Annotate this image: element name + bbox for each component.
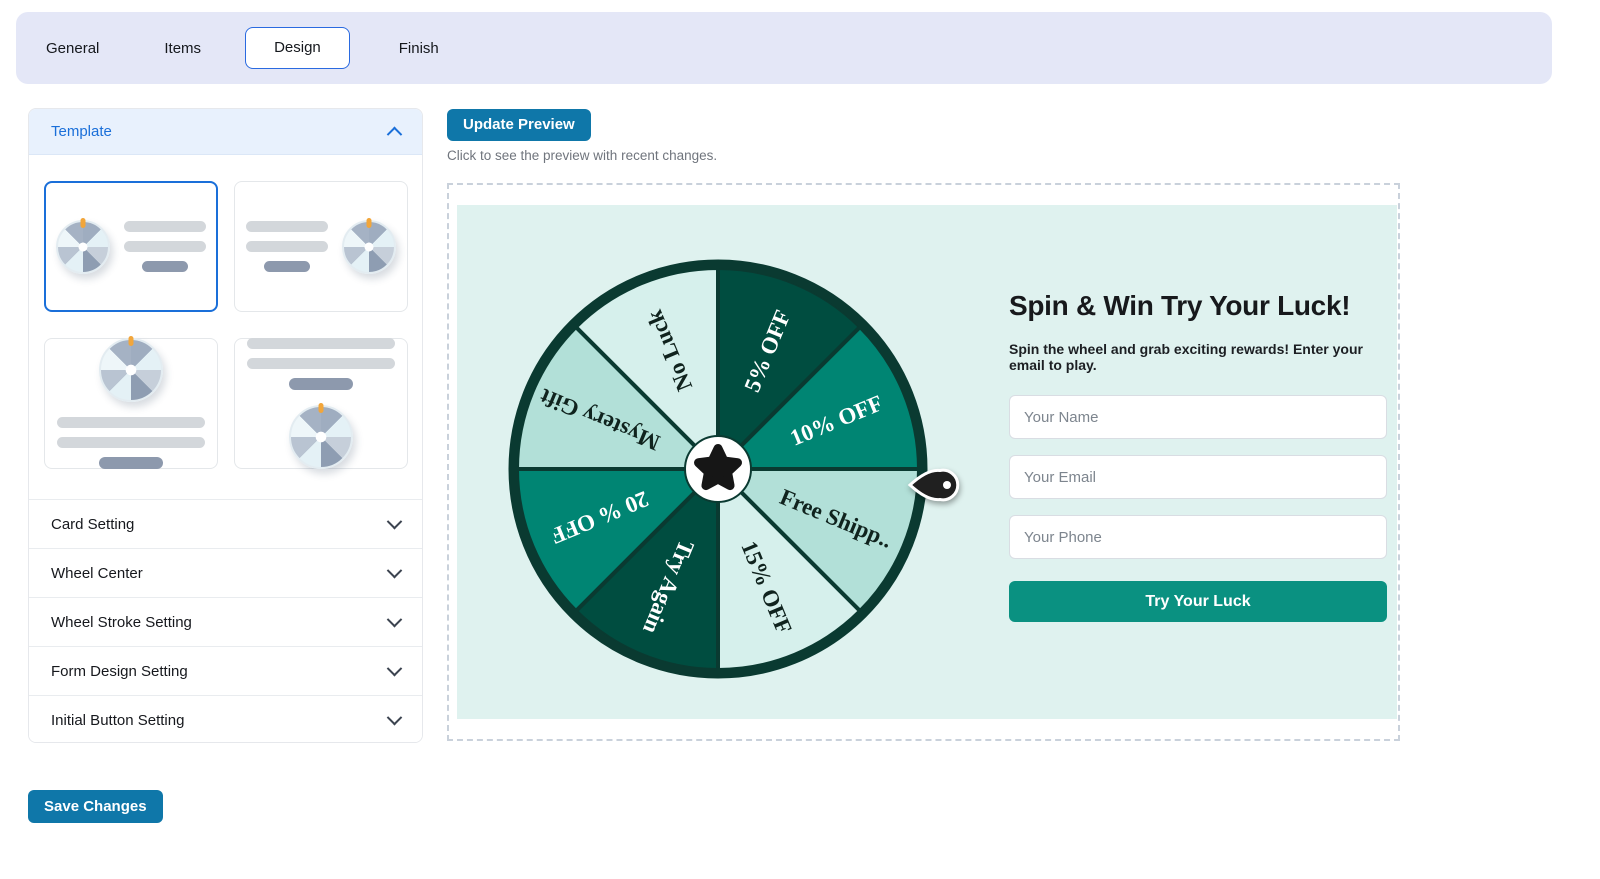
accordion-wheel-stroke-setting[interactable]: Wheel Stroke Setting [29, 597, 422, 646]
tab-finish[interactable]: Finish [399, 40, 439, 57]
accordion-wheel-center[interactable]: Wheel Center [29, 548, 422, 597]
text-line-placeholder [57, 417, 205, 428]
preview-title: Spin & Win Try Your Luck! [1009, 290, 1387, 322]
accordion-label: Initial Button Setting [51, 712, 184, 729]
accordion-label: Wheel Center [51, 565, 143, 582]
spin-wheel-design-page: General Items Design Finish Template [0, 0, 1600, 879]
template-option-wheel-bottom[interactable] [234, 338, 408, 469]
spin-wheel: 5% OFF10% OFFFree Shipp..15% OFFTry Agai… [506, 257, 930, 681]
mini-wheel-icon [56, 220, 110, 274]
chevron-down-icon [387, 611, 403, 627]
preview-subtitle: Spin the wheel and grab exciting rewards… [1009, 341, 1387, 373]
button-placeholder [99, 457, 163, 469]
template-accordion-header[interactable]: Template [29, 109, 422, 155]
accordion-label: Wheel Stroke Setting [51, 614, 192, 631]
accordion-label: Card Setting [51, 516, 134, 533]
mini-wheel-icon [99, 338, 163, 402]
chevron-down-icon [387, 660, 403, 676]
tab-items[interactable]: Items [164, 40, 201, 57]
mini-wheel-icon [342, 220, 396, 274]
template-option-wheel-top[interactable] [44, 338, 218, 469]
accordion-card-setting[interactable]: Card Setting [29, 499, 422, 548]
accordion-form-design-setting[interactable]: Form Design Setting [29, 646, 422, 695]
tab-general[interactable]: General [46, 40, 99, 57]
template-thumbnail [247, 338, 395, 469]
button-placeholder [142, 261, 188, 272]
template-option-wheel-right[interactable] [234, 181, 408, 312]
preview-frame: 5% OFF10% OFFFree Shipp..15% OFFTry Agai… [447, 183, 1400, 741]
text-line-placeholder [246, 221, 328, 232]
text-line-placeholder [124, 221, 206, 232]
design-settings-sidebar: Template [28, 108, 423, 743]
name-field[interactable] [1009, 395, 1387, 439]
tab-design[interactable]: Design [245, 27, 350, 69]
text-line-placeholder [57, 437, 205, 448]
text-line-placeholder [247, 338, 395, 349]
update-preview-button[interactable]: Update Preview [447, 109, 591, 141]
button-placeholder [289, 378, 353, 390]
spin-wheel-svg: 5% OFF10% OFFFree Shipp..15% OFFTry Agai… [506, 257, 930, 681]
phone-field[interactable] [1009, 515, 1387, 559]
preview-canvas: 5% OFF10% OFFFree Shipp..15% OFFTry Agai… [457, 205, 1397, 719]
template-thumbnail [56, 220, 206, 274]
template-grid [29, 155, 422, 499]
text-line-placeholder [124, 241, 206, 252]
chevron-down-icon [387, 513, 403, 529]
lead-form: Spin & Win Try Your Luck! Spin the wheel… [1009, 290, 1387, 622]
chevron-down-icon [387, 709, 403, 725]
button-placeholder [264, 261, 310, 272]
step-tabbar: General Items Design Finish [16, 12, 1552, 84]
preview-caption: Click to see the preview with recent cha… [447, 148, 717, 163]
accordion-initial-button-setting[interactable]: Initial Button Setting [29, 695, 422, 743]
email-field[interactable] [1009, 455, 1387, 499]
template-accordion-title: Template [51, 123, 112, 140]
try-your-luck-button[interactable]: Try Your Luck [1009, 581, 1387, 622]
wheel-pointer-icon [906, 463, 968, 507]
accordion-label: Form Design Setting [51, 663, 188, 680]
text-line-placeholder [247, 358, 395, 369]
chevron-up-icon [387, 127, 403, 143]
chevron-down-icon [387, 562, 403, 578]
template-thumbnail [57, 338, 205, 469]
save-changes-button[interactable]: Save Changes [28, 790, 163, 823]
text-line-placeholder [246, 241, 328, 252]
mini-wheel-icon [289, 405, 353, 469]
template-thumbnail [246, 220, 396, 274]
template-option-wheel-left[interactable] [44, 181, 218, 312]
